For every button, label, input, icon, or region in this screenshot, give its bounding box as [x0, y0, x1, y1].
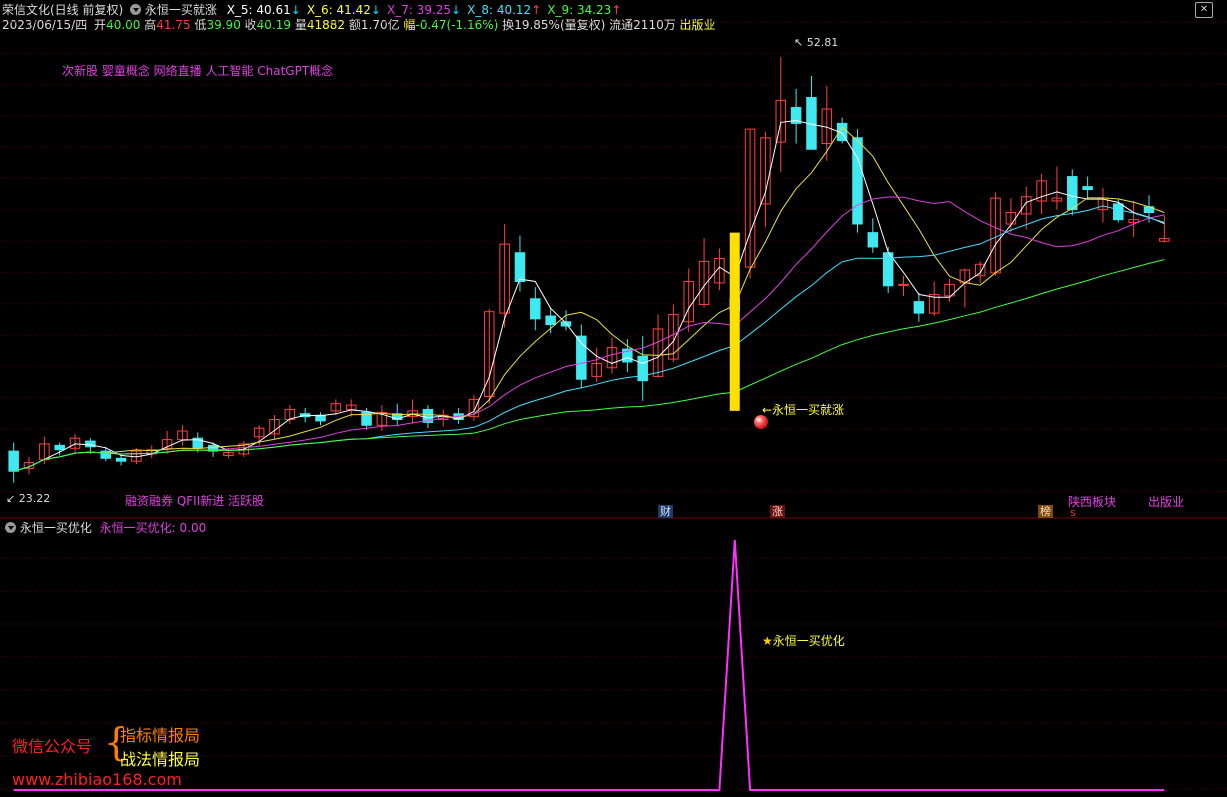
low-price-value: 23.22: [18, 492, 51, 505]
wm-line2: 战法情报局: [120, 750, 201, 769]
wm-line1: 指标情报局: [120, 726, 201, 745]
high-price-value: 52.81: [806, 36, 839, 49]
signal-bar: [729, 232, 740, 411]
sub-title[interactable]: 永恒一买优化: [20, 521, 92, 535]
industry-tag: 出版业: [1148, 495, 1185, 509]
candle-body: [913, 301, 925, 314]
candle-body: [530, 298, 541, 320]
star-icon: ★: [762, 634, 773, 648]
sub-peak-label: ★永恒一买优化: [762, 632, 845, 649]
candle-body: [1082, 186, 1093, 190]
candle-body: [514, 252, 526, 282]
wm-url[interactable]: www.zhibiao168.com: [12, 770, 182, 789]
candle-body: [867, 232, 879, 248]
candle-body: [1113, 203, 1124, 221]
sub-peak-text: 永恒一买优化: [772, 634, 845, 648]
sub-value: 永恒一买优化: 0.00: [99, 521, 207, 535]
candlestick-chart[interactable]: [0, 0, 1227, 520]
stock-tags: 融资融券 QFII新进 活跃股: [125, 494, 265, 508]
finance-mark[interactable]: 财: [658, 505, 673, 518]
signal-ball-icon: [754, 415, 768, 429]
candle-body: [852, 137, 863, 225]
ma5-line: [13, 119, 1165, 472]
limit-up-mark[interactable]: 涨: [770, 505, 785, 518]
ma7-line: [13, 196, 1165, 472]
sub-dropdown-icon[interactable]: [5, 522, 16, 533]
signal-label: ←永恒一买就涨: [762, 403, 845, 417]
candle-body: [898, 283, 909, 286]
candle-body: [545, 315, 556, 326]
candle-body: [54, 444, 65, 451]
high-price-label: ↖ 52.81: [794, 36, 839, 49]
low-price-label: ↙ 23.22: [6, 492, 51, 505]
rank-mark[interactable]: 榜: [1038, 505, 1053, 518]
candle-body: [115, 457, 127, 462]
candle-body: [637, 355, 648, 382]
candle-body: [1067, 176, 1078, 211]
sub-indicator-header: 永恒一买优化 永恒一买优化: 0.00: [2, 520, 206, 536]
wechat-label: 微信公众号: [12, 737, 93, 756]
region-tag: 陕西板块: [1068, 495, 1117, 509]
candle-body: [8, 450, 19, 472]
